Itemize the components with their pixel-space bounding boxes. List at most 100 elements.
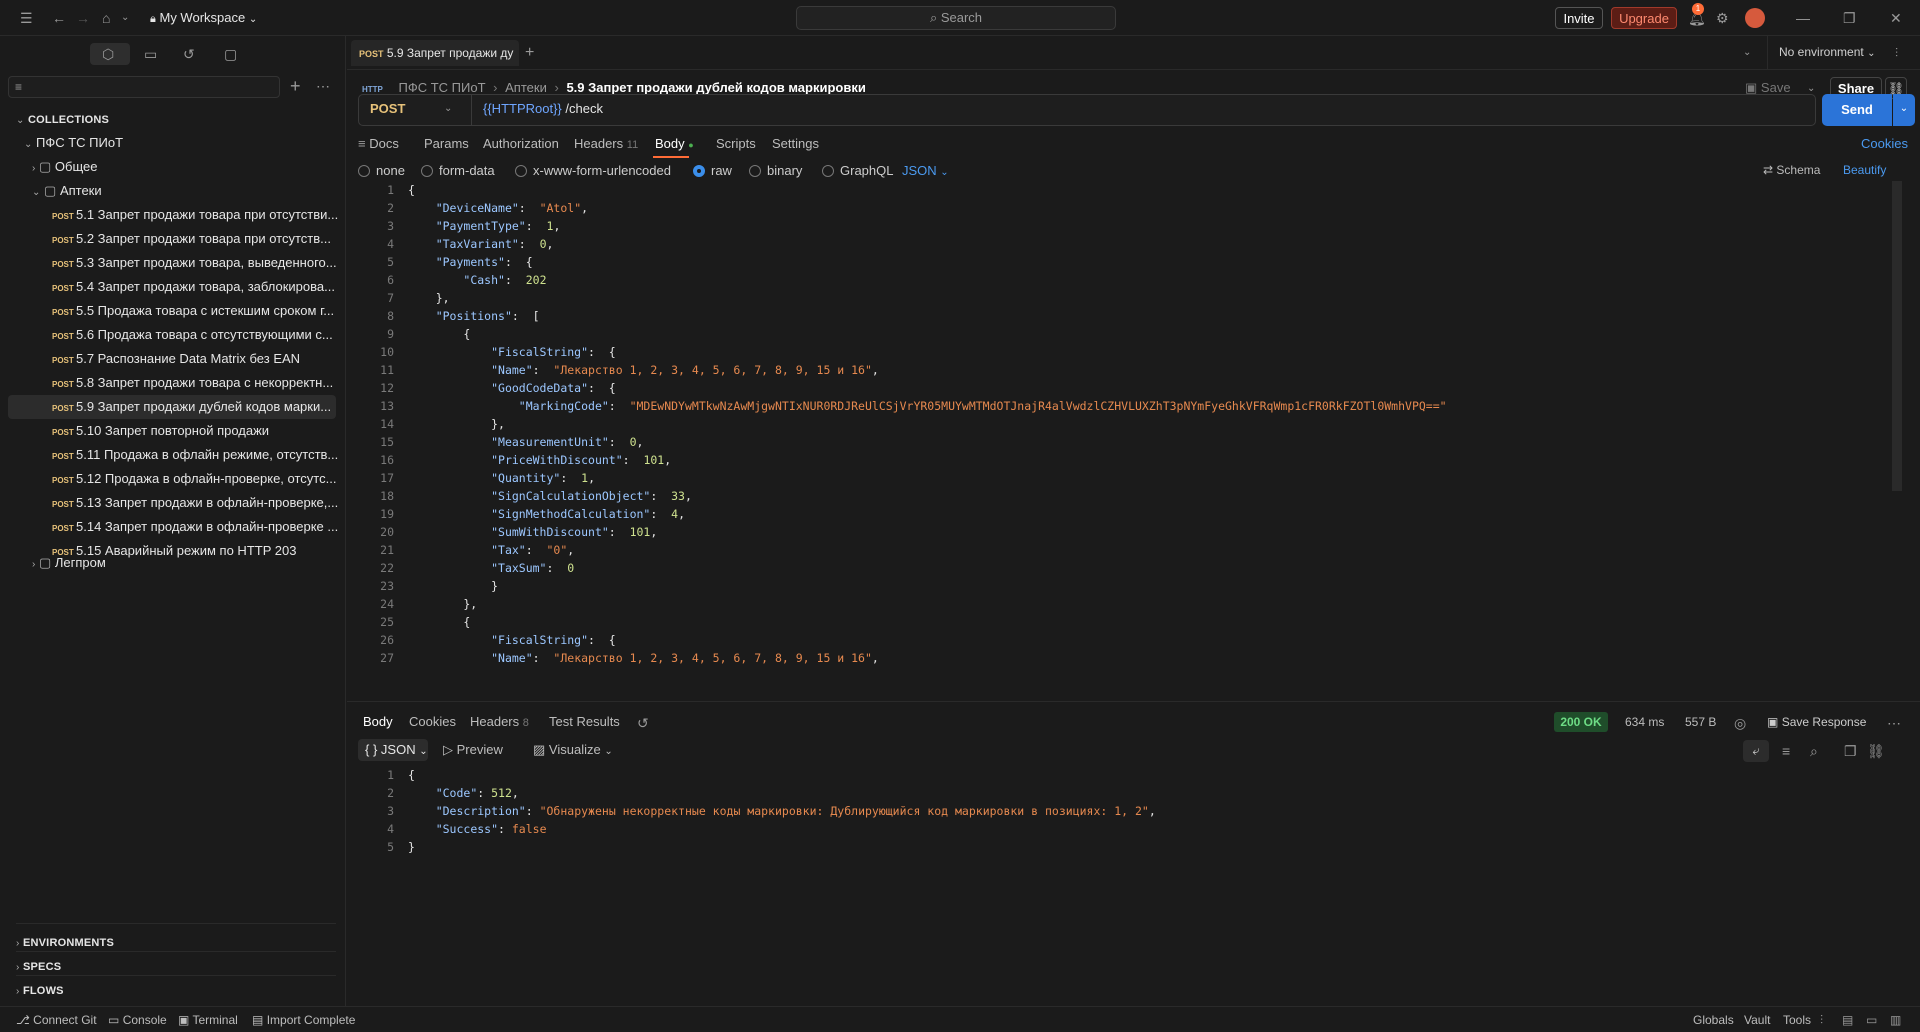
console-button[interactable]: ▭ Console: [108, 1013, 167, 1027]
chevron-down-icon[interactable]: ⌄: [1743, 43, 1751, 63]
folder-icon[interactable]: ▢: [224, 44, 237, 64]
collections-header[interactable]: ⌄ COLLECTIONS: [16, 107, 356, 131]
layout-right-icon[interactable]: ▥: [1890, 1010, 1901, 1030]
more-icon[interactable]: ⋯: [1887, 713, 1901, 733]
sidebar-request-item[interactable]: POST 5.7 Распознание Data Matrix без EAN: [52, 347, 392, 371]
radio-none[interactable]: none: [358, 163, 405, 178]
link-icon[interactable]: ⛓: [1867, 741, 1885, 761]
sidebar-request-item[interactable]: POST 5.13 Запрет продажи в офлайн-проверк…: [52, 491, 392, 515]
filter-icon[interactable]: ≡: [1782, 741, 1790, 761]
tab-authorization[interactable]: Authorization: [483, 136, 559, 151]
back-arrow-icon[interactable]: ←: [52, 8, 66, 28]
preview-button[interactable]: ▷ Preview: [443, 742, 503, 758]
import-status[interactable]: ▤ Import Complete: [252, 1013, 355, 1027]
forward-arrow-icon[interactable]: →: [76, 8, 90, 28]
menu-icon[interactable]: ☰: [20, 8, 33, 28]
sidebar-request-item[interactable]: POST 5.12 Продажа в офлайн-проверке, отсу…: [52, 467, 392, 491]
sidebar-request-item[interactable]: POST 5.11 Продажа в офлайн режиме, отсутс…: [52, 443, 392, 467]
sidebar-request-item[interactable]: POST 5.3 Запрет продажи товара, выведенно…: [52, 251, 392, 275]
method-select[interactable]: POST ⌄: [358, 94, 472, 126]
new-tab-icon[interactable]: +: [525, 43, 534, 63]
sidebar-request-item[interactable]: POST 5.4 Запрет продажи товара, заблокиро…: [52, 275, 392, 299]
status-badge[interactable]: 200 OK: [1554, 712, 1608, 732]
beautify-button[interactable]: Beautify: [1843, 163, 1886, 177]
minimize-icon[interactable]: —: [1796, 8, 1810, 28]
schema-button[interactable]: ⇄ Schema: [1763, 163, 1820, 177]
search-bar[interactable]: ⌕ Search: [796, 6, 1116, 30]
response-size[interactable]: 557 B: [1685, 715, 1716, 729]
scrollbar[interactable]: [1892, 181, 1902, 491]
tab-params[interactable]: Params: [424, 136, 469, 151]
connect-git-button[interactable]: ⎇ Connect Git: [16, 1013, 97, 1027]
tab-settings[interactable]: Settings: [772, 136, 819, 151]
response-tab-body[interactable]: Body: [363, 714, 393, 729]
flows-section[interactable]: › FLOWS: [16, 978, 356, 1002]
sidebar-request-item[interactable]: POST 5.5 Продажа товара с истекшим сроком…: [52, 299, 392, 323]
format-select[interactable]: { } JSON ⌄: [358, 739, 428, 761]
sidebar-request-item[interactable]: POST 5.8 Запрет продажи товара с некоррек…: [52, 371, 392, 395]
breadcrumb-item[interactable]: Аптеки: [505, 80, 547, 95]
globe-icon[interactable]: ◎: [1734, 713, 1746, 733]
response-body[interactable]: 1 {2 "Code": 512, 3 "Description": "Обнару…: [358, 766, 1904, 866]
vault-button[interactable]: Vault: [1744, 1013, 1770, 1027]
home-icon[interactable]: ⌂: [102, 8, 110, 28]
sidebar-request-item[interactable]: POST 5.6 Продажа товара с отсутствующими …: [52, 323, 392, 347]
add-icon[interactable]: +: [290, 76, 301, 96]
docs-tab[interactable]: ≡ Docs: [358, 136, 399, 151]
send-options-chevron-icon[interactable]: ⌄: [1893, 94, 1915, 126]
request-tab[interactable]: POST 5.9 Запрет продажи ду: [351, 40, 519, 66]
settings-sliders-icon[interactable]: ⫶: [1895, 43, 1898, 63]
environment-selector[interactable]: No environment ⌄: [1779, 45, 1875, 59]
collection-root[interactable]: ⌄ ПФС ТС ПИоТ: [24, 131, 364, 155]
sidebar-request-item[interactable]: POST 5.2 Запрет продажи товара при отсутс…: [52, 227, 392, 251]
folder-apteki[interactable]: ⌄ ▢ Аптеки: [32, 179, 372, 203]
send-button[interactable]: Send: [1822, 94, 1892, 126]
tab-body[interactable]: Body ●: [655, 136, 694, 151]
avatar[interactable]: [1745, 8, 1765, 28]
response-time[interactable]: 634 ms: [1625, 715, 1664, 729]
tab-headers[interactable]: Headers 11: [574, 136, 638, 151]
folder-legprom[interactable]: › ▢ Легпром: [32, 551, 372, 575]
response-tab-headers[interactable]: Headers 8: [470, 714, 529, 729]
radio-binary[interactable]: binary: [749, 163, 802, 178]
globals-button[interactable]: Globals: [1693, 1013, 1734, 1027]
sidebar-request-item[interactable]: POST 5.9 Запрет продажи дублей кодов марк…: [8, 395, 336, 419]
more-icon[interactable]: ⋯: [316, 76, 330, 96]
copy-icon[interactable]: ❐: [1844, 741, 1857, 761]
sidebar-request-item[interactable]: POST 5.10 Запрет повторной продажи: [52, 419, 392, 443]
restore-icon[interactable]: ❐: [1843, 8, 1856, 28]
filter-input[interactable]: ≡: [8, 76, 280, 98]
radio-graphql[interactable]: GraphQL: [822, 163, 893, 178]
layout-bottom-icon[interactable]: ▭: [1866, 1010, 1877, 1030]
gear-icon[interactable]: ⚙: [1716, 8, 1729, 28]
collections-icon[interactable]: ⬡: [102, 44, 114, 64]
history-icon[interactable]: ↺: [637, 713, 649, 733]
environments-icon[interactable]: ▭: [144, 44, 157, 64]
request-body-editor[interactable]: 1 {2 "DeviceName": "Atol", 3 "PaymentType"…: [358, 181, 1904, 736]
close-icon[interactable]: ✕: [1890, 8, 1902, 28]
terminal-button[interactable]: ▣ Terminal: [178, 1013, 238, 1027]
sidebar-request-item[interactable]: POST 5.14 Запрет продажи в офлайн-проверк…: [52, 515, 392, 539]
radio-urlencoded[interactable]: x-www-form-urlencoded: [515, 163, 671, 178]
tools-button[interactable]: Tools: [1783, 1013, 1811, 1027]
upgrade-button[interactable]: Upgrade: [1611, 7, 1677, 29]
radio-form-data[interactable]: form-data: [421, 163, 495, 178]
breadcrumb-item[interactable]: ПФС ТС ПИоТ: [399, 80, 486, 95]
url-input[interactable]: {{HTTPRoot}} /check: [483, 94, 603, 126]
response-tab-cookies[interactable]: Cookies: [409, 714, 456, 729]
layout-left-icon[interactable]: ▤: [1842, 1010, 1853, 1030]
search-icon[interactable]: ⌕: [1810, 741, 1818, 761]
chevron-down-icon[interactable]: ⌄: [121, 8, 129, 28]
response-tab-tests[interactable]: Test Results: [549, 714, 620, 729]
tab-scripts[interactable]: Scripts: [716, 136, 756, 151]
radio-raw[interactable]: raw: [693, 163, 732, 178]
language-select[interactable]: JSON ⌄: [902, 163, 949, 178]
history-icon[interactable]: ↺: [183, 44, 195, 64]
cookies-link[interactable]: Cookies: [1861, 136, 1908, 151]
workspace-selector[interactable]: 🔒︎ My Workspace ⌄: [150, 8, 257, 30]
settings-sliders-icon[interactable]: ⫶: [1820, 1010, 1823, 1030]
sidebar-request-item[interactable]: POST 5.1 Запрет продажи товара при отсутс…: [52, 203, 392, 227]
invite-button[interactable]: Invite: [1555, 7, 1603, 29]
folder-obshchee[interactable]: › ▢ Общее: [32, 155, 372, 179]
wrap-lines-icon[interactable]: ⤶: [1743, 740, 1769, 762]
